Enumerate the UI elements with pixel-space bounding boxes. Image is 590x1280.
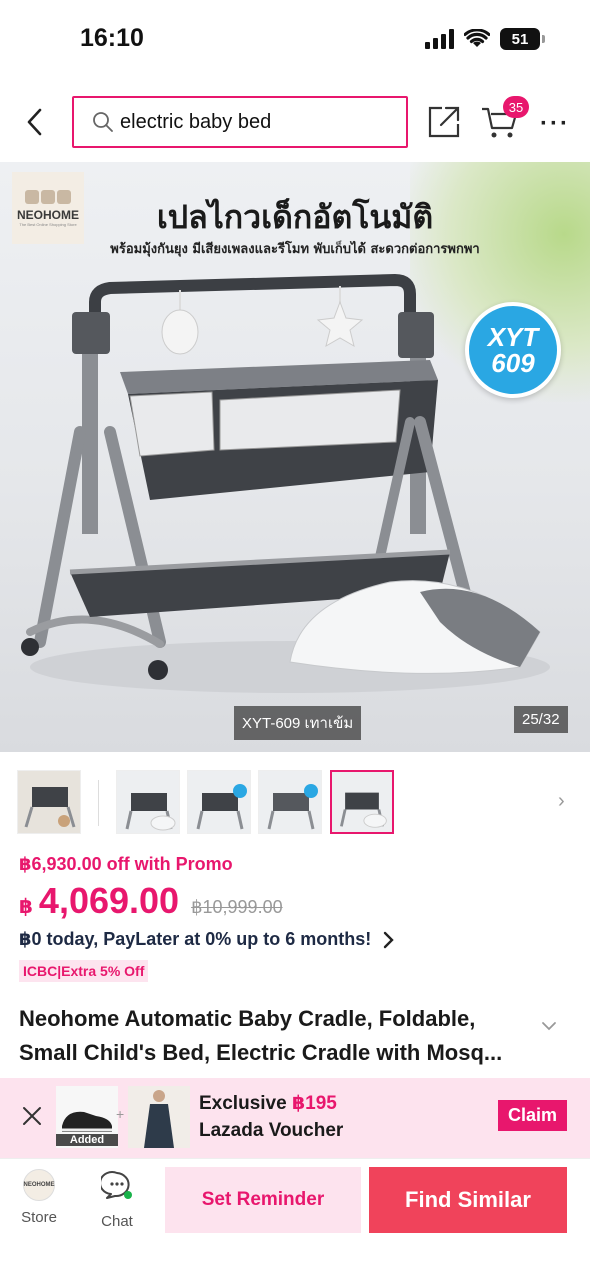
hero-title: เปลไกวเด็กอัตโนมัติ <box>156 198 434 236</box>
store-logo-icon: NEOHOME <box>23 1169 55 1201</box>
store-logo-text: NEOHOME <box>23 1182 55 1188</box>
thumbnail-video[interactable] <box>17 770 81 834</box>
bottom-action-bar: NEOHOME Store Chat Set Reminder Find Sim… <box>0 1158 590 1280</box>
price-currency: ฿ <box>19 896 33 918</box>
model-badge: XYT 609 <box>465 302 561 398</box>
chat-icon <box>99 1171 132 1199</box>
status-bar: 16:10 51 <box>0 0 590 80</box>
product-title-line2: Small Child's Bed, Electric Cradle with … <box>19 1040 503 1065</box>
voucher-subtitle: Lazada Voucher <box>199 1120 344 1141</box>
thumbnail-3[interactable] <box>258 770 322 834</box>
cart-count-badge: 35 <box>503 96 529 118</box>
chat-button[interactable]: Chat <box>87 1169 147 1230</box>
find-similar-button[interactable]: Find Similar <box>369 1167 567 1233</box>
voucher-product-shoe: Added <box>56 1086 118 1148</box>
paylater-text: ฿0 today, PayLater at 0% up to 6 months! <box>19 929 372 949</box>
added-tag: Added <box>56 1134 118 1146</box>
voucher-prefix: Exclusive <box>199 1093 292 1114</box>
chevron-right-icon[interactable]: › <box>558 790 565 813</box>
chevron-down-icon[interactable] <box>540 1020 558 1032</box>
signal-icon <box>425 29 454 49</box>
set-reminder-button[interactable]: Set Reminder <box>165 1167 361 1233</box>
store-button[interactable]: NEOHOME Store <box>9 1169 69 1226</box>
model-badge-line1: XYT <box>487 322 539 352</box>
search-icon <box>93 112 113 132</box>
search-value: electric baby bed <box>120 110 272 133</box>
thumbnail-4[interactable] <box>330 770 394 834</box>
thumbnail-divider <box>98 780 99 826</box>
voucher-banner: Added + Exclusive ฿195 Lazada Voucher Cl… <box>0 1078 590 1158</box>
status-icons: 51 <box>425 28 545 50</box>
promo-discount: ฿6,930.00 off with Promo <box>19 854 233 874</box>
plus-icon: + <box>116 1106 125 1122</box>
search-header: electric baby bed ··· <box>0 90 590 156</box>
price-row: ฿ 4,069.00 ฿10,999.00 <box>19 880 283 922</box>
thumbnail-strip: › <box>0 770 590 836</box>
paylater-link[interactable]: ฿0 today, PayLater at 0% up to 6 months! <box>19 929 395 950</box>
more-icon[interactable]: ··· <box>540 110 570 138</box>
original-price: ฿10,999.00 <box>191 897 283 917</box>
search-input[interactable]: electric baby bed <box>72 96 408 148</box>
battery-icon: 51 <box>500 28 545 50</box>
voucher-title: Exclusive ฿195 <box>199 1092 337 1115</box>
store-label: Store <box>21 1209 57 1226</box>
price-value: 4,069.00 <box>38 880 180 921</box>
close-icon[interactable] <box>20 1104 44 1128</box>
thumbnail-2[interactable] <box>187 770 251 834</box>
status-time: 16:10 <box>80 24 144 52</box>
product-title: Neohome Automatic Baby Cradle, Foldable,… <box>19 1002 534 1070</box>
voucher-product-dress <box>128 1086 190 1148</box>
thumbnail-1[interactable] <box>116 770 180 834</box>
claim-button[interactable]: Claim <box>498 1100 568 1131</box>
wifi-icon <box>464 29 490 47</box>
hero-subtitle: พร้อมมุ้งกันยุง มีเสียงเพลงและรีโมท พับเ… <box>110 242 480 257</box>
model-badge-line2: 609 <box>491 348 535 378</box>
chevron-right-icon <box>384 931 394 948</box>
variant-label: XYT-609 เทาเข้ม <box>234 706 362 740</box>
share-icon[interactable] <box>426 104 462 140</box>
chat-label: Chat <box>101 1213 133 1230</box>
product-title-line1: Neohome Automatic Baby Cradle, Foldable, <box>19 1006 476 1031</box>
voucher-amount: ฿195 <box>291 1093 337 1114</box>
back-icon[interactable] <box>20 104 52 140</box>
bank-promo-tag: ICBC|Extra 5% Off <box>19 960 149 982</box>
product-image[interactable]: NEOHOME The Best Online Shopping Store เ… <box>0 162 590 752</box>
image-counter: 25/32 <box>514 706 568 733</box>
